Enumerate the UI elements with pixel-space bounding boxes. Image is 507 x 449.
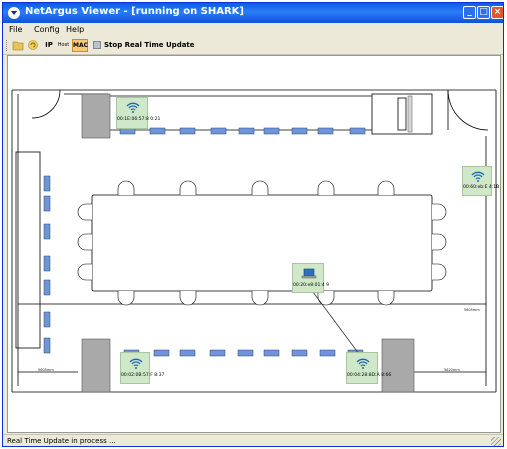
seat (179, 127, 196, 135)
stop-icon (93, 41, 101, 49)
wifi-icon (129, 358, 143, 369)
seat (317, 127, 334, 135)
mac-button[interactable]: MAC (72, 39, 88, 52)
menu-help[interactable]: Help (66, 25, 84, 34)
window-title: NetArgus Viewer - [running on SHARK] (25, 6, 244, 17)
close-icon: × (493, 7, 502, 17)
chair (317, 291, 335, 306)
seat (43, 195, 51, 212)
pillar (81, 338, 111, 393)
chair (251, 180, 269, 195)
menu-bar: File Config Help (3, 23, 503, 37)
laptop-icon (301, 268, 317, 279)
seat (238, 127, 255, 135)
wifi-icon (356, 358, 370, 369)
connection-line (309, 287, 363, 359)
cabinet-outline (397, 97, 407, 131)
chair (317, 180, 335, 195)
door-swing (31, 89, 61, 119)
chair (432, 263, 447, 281)
access-point[interactable]: 00:02:0B:57:F 8:37 (120, 352, 165, 384)
maximize-button[interactable]: □ (477, 6, 490, 19)
scale-label: 5605mm (38, 368, 54, 372)
chair (377, 291, 395, 306)
access-point[interactable]: 00:04:28:8D:A 8:66 (346, 352, 392, 384)
wifi-icon (126, 102, 140, 113)
resize-grip-icon[interactable] (491, 437, 501, 446)
chair (377, 180, 395, 195)
seat (43, 337, 51, 354)
minimize-icon: _ (467, 7, 472, 17)
refresh-icon[interactable] (27, 39, 39, 51)
seat (263, 349, 280, 357)
chair (251, 291, 269, 306)
ap-label: 00:60:eb:E 4:1B (463, 185, 500, 190)
seat (291, 349, 308, 357)
seat (237, 349, 254, 357)
client-device[interactable]: 00:20:e8:01:4 9 (292, 263, 330, 293)
seat (43, 175, 51, 192)
access-point[interactable]: 00:60:eb:E 4:1B (462, 166, 500, 196)
seat (43, 279, 51, 296)
scale-label: 5620mm (444, 368, 460, 372)
floorplan-canvas[interactable]: 5605mm 5605mm 5620mm 00:1E:06:57:8 0:21 … (7, 55, 501, 433)
app-window: NetArgus Viewer - [running on SHARK] _ □… (2, 2, 504, 447)
toolbar-grip[interactable] (6, 40, 9, 51)
open-folder-icon[interactable] (12, 39, 24, 51)
side-table (15, 151, 41, 349)
host-button[interactable]: Host (57, 39, 70, 52)
closet-outline (371, 93, 433, 135)
client-label: 00:20:e8:01:4 9 (293, 283, 330, 288)
seat (43, 311, 51, 328)
seat (43, 223, 51, 240)
seat (319, 349, 336, 357)
chair (117, 291, 135, 306)
ip-button[interactable]: IP (43, 39, 55, 52)
door-swing (447, 89, 489, 131)
seat (43, 255, 51, 272)
door-frame (407, 95, 413, 133)
close-button[interactable]: × (491, 6, 503, 19)
access-point[interactable]: 00:1E:06:57:8 0:21 (116, 97, 161, 129)
toolbar: IP Host MAC Stop Real Time Update (3, 37, 503, 55)
conference-table (91, 194, 433, 292)
menu-file[interactable]: File (9, 25, 22, 34)
title-bar[interactable]: NetArgus Viewer - [running on SHARK] _ □… (3, 3, 503, 23)
chair (432, 203, 447, 221)
seat (263, 127, 280, 135)
seat (291, 127, 308, 135)
ap-label: 00:04:28:8D:A 8:66 (347, 373, 392, 378)
chair (77, 263, 92, 281)
chair (77, 203, 92, 221)
chair (77, 233, 92, 251)
ap-label: 00:1E:06:57:8 0:21 (117, 117, 161, 122)
maximize-icon: □ (479, 7, 488, 17)
floorplan-svg (11, 89, 497, 393)
chair (432, 233, 447, 251)
chair (117, 180, 135, 195)
seat (209, 349, 226, 357)
seat (149, 127, 166, 135)
app-icon (8, 7, 20, 19)
pillar (81, 93, 111, 139)
status-bar: Real Time Update in process ... (3, 434, 503, 446)
wifi-icon (471, 171, 485, 182)
scale-label: 5605mm (464, 308, 480, 312)
seat (179, 349, 196, 357)
menu-config[interactable]: Config (34, 25, 60, 34)
chair (179, 291, 197, 306)
pillar (381, 338, 415, 393)
minimize-button[interactable]: _ (463, 6, 476, 19)
seat (210, 127, 227, 135)
chair (179, 180, 197, 195)
seat (349, 127, 366, 135)
ap-label: 00:02:0B:57:F 8:37 (121, 373, 165, 378)
stop-realtime-button[interactable]: Stop Real Time Update (104, 39, 195, 52)
status-text: Real Time Update in process ... (7, 437, 116, 445)
seat (153, 349, 170, 357)
